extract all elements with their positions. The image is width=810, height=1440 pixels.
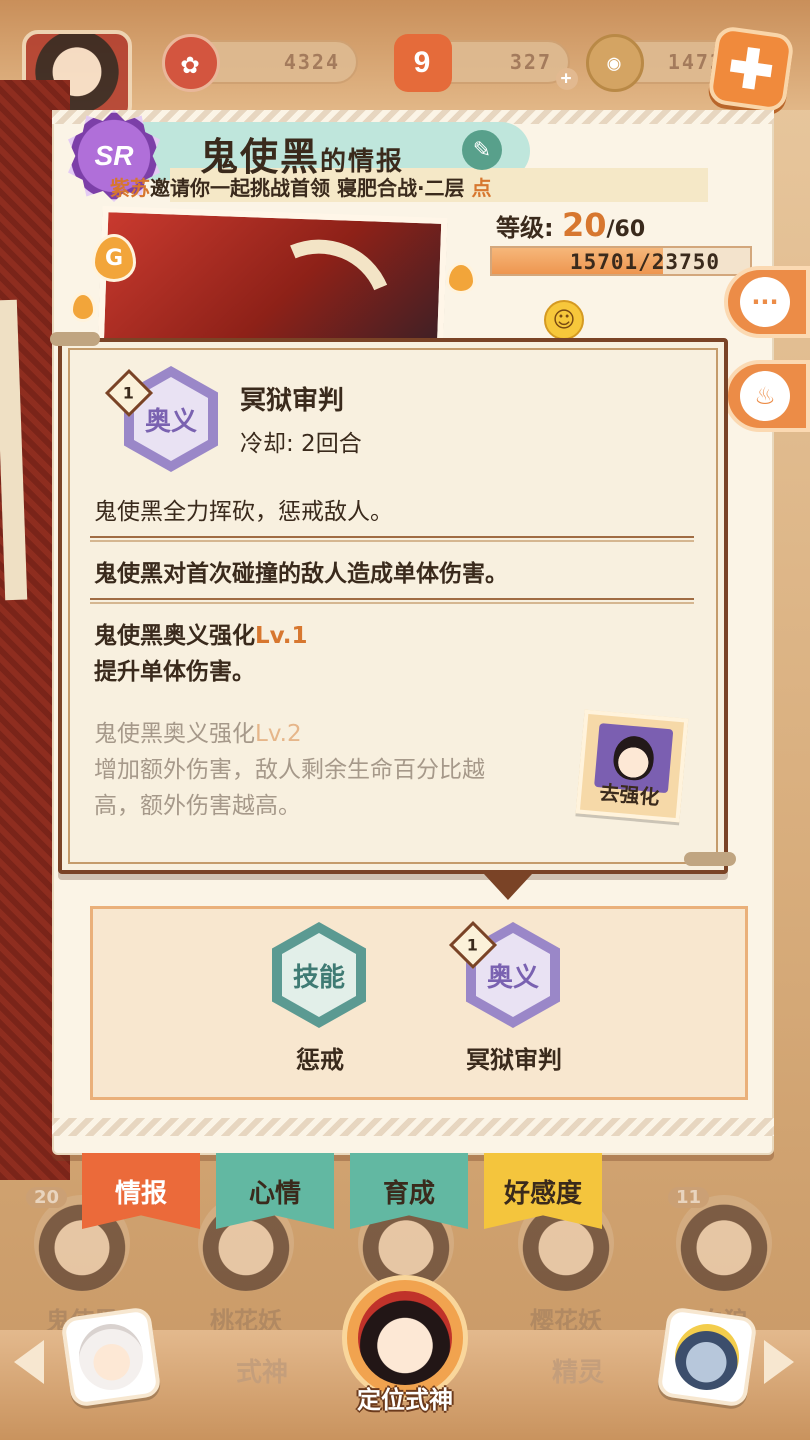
divider — [90, 598, 694, 604]
level-display: 等级: 20/60 — [496, 206, 645, 244]
close-icon: ✚ — [724, 36, 778, 103]
tab-mood-label: 心情 — [248, 1178, 301, 1209]
locate-shikigami-avatar — [358, 1291, 452, 1385]
add-stamina-icon[interactable]: + — [556, 68, 578, 90]
spirit-tab-label[interactable]: 精灵 — [552, 1352, 604, 1389]
close-button[interactable]: ✚ — [706, 24, 796, 114]
tab-affection-label: 好感度 — [503, 1178, 582, 1209]
roster-avatar — [676, 1195, 772, 1291]
upgrade-lv1-desc: 提升单体伤害。 — [94, 659, 255, 685]
skill-select-panel — [90, 906, 748, 1100]
divider — [90, 536, 694, 542]
flame-icon — [446, 262, 476, 294]
skill-ougi-rank: 1 — [467, 935, 479, 955]
plum-blossom-counter[interactable]: ✿ 4324 — [162, 34, 358, 92]
smiley-icon: ☺ — [544, 300, 584, 340]
upgrade-lv1-title: 鬼使黑奥义强化 — [94, 623, 255, 649]
level-label: 等级: — [496, 214, 554, 242]
rarity-label: SR — [94, 140, 134, 171]
marquee-text: 邀请你一起挑战首领 寝肥合战·二层 — [150, 176, 465, 200]
shikigami-tab-label[interactable]: 式神 — [236, 1352, 288, 1389]
plum-blossom-value: 4324 — [283, 50, 340, 74]
level-current: 20 — [561, 206, 607, 244]
next-shikigami-button[interactable] — [656, 1306, 758, 1408]
roster-item[interactable]: 11 白狼 — [664, 1187, 784, 1335]
next-arrow-icon[interactable] — [764, 1340, 794, 1384]
prev-shikigami-avatar — [74, 1319, 148, 1395]
upgrade-lv2-title: 鬼使黑奥义强化 — [94, 721, 255, 747]
roster-level: 11 — [668, 1187, 710, 1208]
coin-icon: ◉ — [586, 34, 644, 92]
go-enhance-label: 去强化 — [598, 780, 661, 810]
flame-icon — [70, 292, 96, 322]
plum-blossom-icon: ✿ — [162, 34, 220, 92]
skill-flavor-text: 鬼使黑全力挥砍，惩戒敌人。 — [94, 499, 393, 525]
go-enhance-button[interactable]: 去强化 — [575, 709, 689, 823]
exp-text: 15701/23750 — [569, 250, 720, 274]
tab-cultivate-label: 育成 — [382, 1178, 435, 1209]
skill-effect-text: 鬼使黑对首次碰撞的敌人造成单体伤害。 — [94, 561, 508, 587]
marquee-player-name: 紫苏 — [110, 176, 150, 200]
marquee-tail: 点 — [471, 176, 492, 200]
stamina-value: 327 — [509, 50, 552, 74]
upgrade-lv1-level: Lv.1 — [255, 623, 308, 649]
skill-name: 冥狱审判 — [240, 386, 345, 416]
edit-name-icon[interactable]: ✎ — [462, 130, 502, 170]
locate-shikigami-label[interactable]: 定位式神 — [340, 1380, 470, 1415]
roster-level: 20 — [26, 1187, 68, 1208]
page-pattern-bottom — [52, 1118, 774, 1136]
chat-button[interactable]: ··· — [724, 266, 810, 338]
gift-icon: ♨ — [740, 371, 790, 421]
gift-button[interactable]: ♨ — [724, 360, 810, 432]
skill-rank: 1 — [123, 383, 135, 403]
exp-bar: 15701/23750 — [490, 246, 752, 276]
announcement-marquee: 紫苏邀请你一起挑战首领 寝肥合战·二层 点 — [110, 172, 670, 202]
upgrade-lv1: 鬼使黑奥义强化Lv.1 提升单体伤害。 — [94, 618, 694, 690]
popup-decoration — [684, 852, 736, 866]
tab-info-label: 情报 — [114, 1178, 167, 1209]
popup-decoration — [50, 332, 100, 346]
stamina-icon: 9 — [394, 34, 452, 92]
skill-ougi-caption: 冥狱审判 — [466, 1046, 562, 1074]
skill-normal-icon-label: 技能 — [282, 933, 356, 1017]
stamina-counter[interactable]: 9 327 + — [394, 34, 578, 92]
skill-normal-caption: 惩戒 — [296, 1046, 344, 1074]
level-max: /60 — [606, 217, 646, 242]
popup-pointer — [484, 874, 532, 900]
prev-shikigami-button[interactable] — [60, 1306, 162, 1408]
prev-arrow-icon[interactable] — [14, 1340, 44, 1384]
upgrade-lv2-level: Lv.2 — [255, 721, 302, 747]
skill-cooldown: 冷却: 2回合 — [240, 431, 362, 457]
chat-icon: ··· — [740, 277, 790, 327]
next-shikigami-avatar — [670, 1319, 744, 1395]
